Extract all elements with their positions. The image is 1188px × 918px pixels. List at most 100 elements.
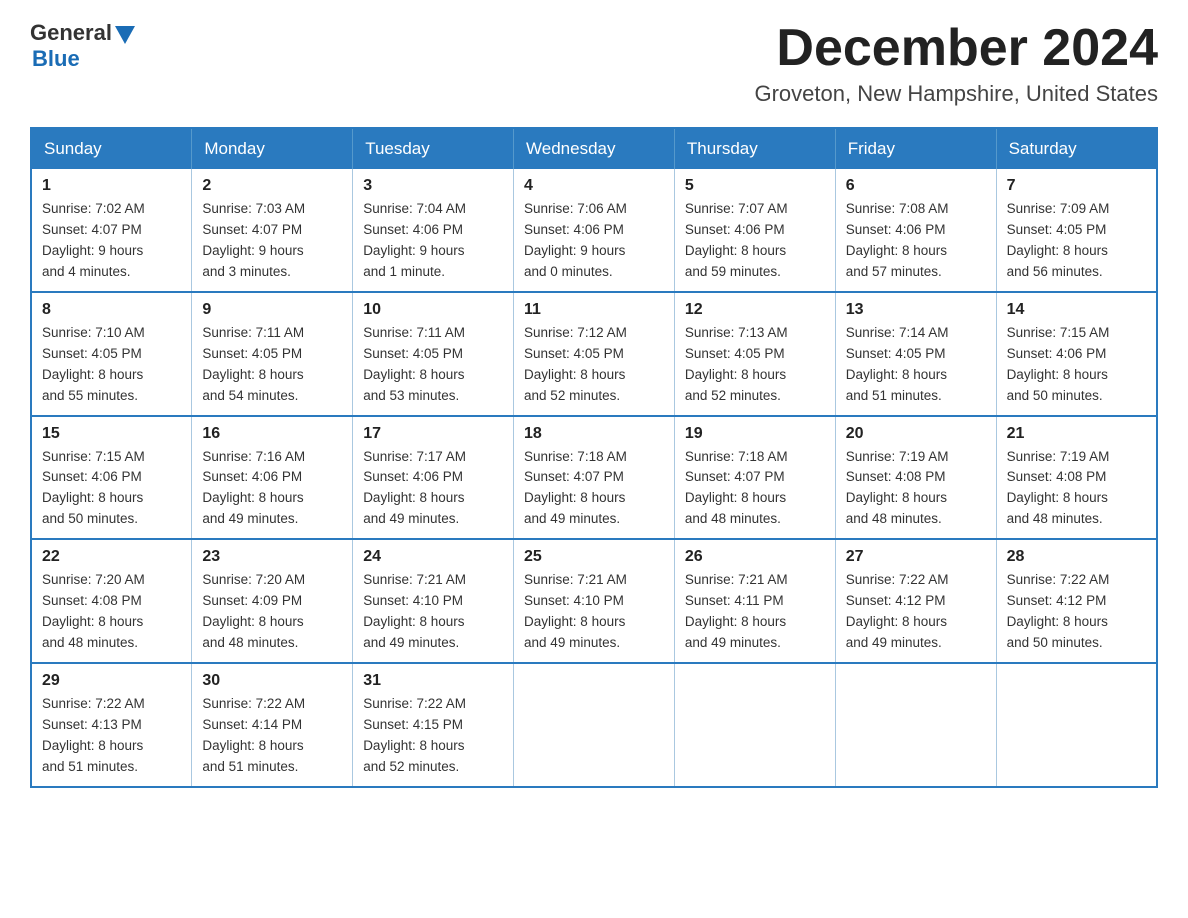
day-info: Sunrise: 7:22 AMSunset: 4:14 PMDaylight:… [202, 694, 342, 778]
day-info: Sunrise: 7:04 AMSunset: 4:06 PMDaylight:… [363, 199, 503, 283]
day-info: Sunrise: 7:14 AMSunset: 4:05 PMDaylight:… [846, 323, 986, 407]
day-info: Sunrise: 7:18 AMSunset: 4:07 PMDaylight:… [524, 447, 664, 531]
day-info: Sunrise: 7:03 AMSunset: 4:07 PMDaylight:… [202, 199, 342, 283]
day-number: 19 [685, 425, 825, 443]
day-number: 20 [846, 425, 986, 443]
calendar-cell: 14 Sunrise: 7:15 AMSunset: 4:06 PMDayligh… [996, 292, 1157, 416]
calendar-cell: 24 Sunrise: 7:21 AMSunset: 4:10 PMDayligh… [353, 539, 514, 663]
calendar-cell: 16 Sunrise: 7:16 AMSunset: 4:06 PMDayligh… [192, 416, 353, 540]
weekday-header-wednesday: Wednesday [514, 128, 675, 169]
calendar-cell: 26 Sunrise: 7:21 AMSunset: 4:11 PMDayligh… [674, 539, 835, 663]
day-number: 9 [202, 301, 342, 319]
calendar-week-row: 22 Sunrise: 7:20 AMSunset: 4:08 PMDayligh… [31, 539, 1157, 663]
day-number: 2 [202, 177, 342, 195]
day-info: Sunrise: 7:21 AMSunset: 4:10 PMDaylight:… [363, 570, 503, 654]
calendar-cell: 4Sunrise: 7:06 AMSunset: 4:06 PMDaylight… [514, 169, 675, 292]
day-info: Sunrise: 7:02 AMSunset: 4:07 PMDaylight:… [42, 199, 181, 283]
day-info: Sunrise: 7:22 AMSunset: 4:12 PMDaylight:… [846, 570, 986, 654]
month-title: December 2024 [754, 20, 1158, 77]
day-info: Sunrise: 7:20 AMSunset: 4:09 PMDaylight:… [202, 570, 342, 654]
weekday-header-saturday: Saturday [996, 128, 1157, 169]
day-info: Sunrise: 7:18 AMSunset: 4:07 PMDaylight:… [685, 447, 825, 531]
day-number: 10 [363, 301, 503, 319]
logo-general-text: General [30, 20, 112, 46]
calendar-cell: 12 Sunrise: 7:13 AMSunset: 4:05 PMDayligh… [674, 292, 835, 416]
calendar-cell: 10Sunrise: 7:11 AMSunset: 4:05 PMDayligh… [353, 292, 514, 416]
calendar-cell: 31 Sunrise: 7:22 AMSunset: 4:15 PMDayligh… [353, 663, 514, 787]
day-number: 25 [524, 548, 664, 566]
calendar-week-row: 1Sunrise: 7:02 AMSunset: 4:07 PMDaylight… [31, 169, 1157, 292]
weekday-header-monday: Monday [192, 128, 353, 169]
day-number: 7 [1007, 177, 1146, 195]
weekday-header-thursday: Thursday [674, 128, 835, 169]
day-info: Sunrise: 7:22 AMSunset: 4:12 PMDaylight:… [1007, 570, 1146, 654]
calendar-cell: 7 Sunrise: 7:09 AMSunset: 4:05 PMDaylight… [996, 169, 1157, 292]
day-number: 18 [524, 425, 664, 443]
calendar-cell: 5 Sunrise: 7:07 AMSunset: 4:06 PMDaylight… [674, 169, 835, 292]
calendar-cell: 29 Sunrise: 7:22 AMSunset: 4:13 PMDayligh… [31, 663, 192, 787]
day-number: 5 [685, 177, 825, 195]
day-info: Sunrise: 7:16 AMSunset: 4:06 PMDaylight:… [202, 447, 342, 531]
day-info: Sunrise: 7:10 AMSunset: 4:05 PMDaylight:… [42, 323, 181, 407]
calendar-cell [835, 663, 996, 787]
day-info: Sunrise: 7:11 AMSunset: 4:05 PMDaylight:… [202, 323, 342, 407]
calendar-cell: 15 Sunrise: 7:15 AMSunset: 4:06 PMDayligh… [31, 416, 192, 540]
day-number: 14 [1007, 301, 1146, 319]
title-area: December 2024 Groveton, New Hampshire, U… [754, 20, 1158, 107]
calendar-cell: 8Sunrise: 7:10 AMSunset: 4:05 PMDaylight… [31, 292, 192, 416]
calendar-cell [514, 663, 675, 787]
day-number: 13 [846, 301, 986, 319]
day-info: Sunrise: 7:22 AMSunset: 4:15 PMDaylight:… [363, 694, 503, 778]
logo-triangle-icon [115, 26, 135, 44]
day-number: 6 [846, 177, 986, 195]
day-number: 11 [524, 301, 664, 319]
day-number: 22 [42, 548, 181, 566]
day-info: Sunrise: 7:20 AMSunset: 4:08 PMDaylight:… [42, 570, 181, 654]
day-number: 12 [685, 301, 825, 319]
calendar-cell: 9 Sunrise: 7:11 AMSunset: 4:05 PMDaylight… [192, 292, 353, 416]
day-info: Sunrise: 7:13 AMSunset: 4:05 PMDaylight:… [685, 323, 825, 407]
day-info: Sunrise: 7:09 AMSunset: 4:05 PMDaylight:… [1007, 199, 1146, 283]
calendar-cell: 2 Sunrise: 7:03 AMSunset: 4:07 PMDaylight… [192, 169, 353, 292]
calendar-cell: 3 Sunrise: 7:04 AMSunset: 4:06 PMDaylight… [353, 169, 514, 292]
calendar-cell [996, 663, 1157, 787]
weekday-header-row: SundayMondayTuesdayWednesdayThursdayFrid… [31, 128, 1157, 169]
calendar-cell: 11 Sunrise: 7:12 AMSunset: 4:05 PMDayligh… [514, 292, 675, 416]
day-info: Sunrise: 7:15 AMSunset: 4:06 PMDaylight:… [42, 447, 181, 531]
calendar-week-row: 15 Sunrise: 7:15 AMSunset: 4:06 PMDayligh… [31, 416, 1157, 540]
calendar-cell: 23 Sunrise: 7:20 AMSunset: 4:09 PMDayligh… [192, 539, 353, 663]
calendar-cell: 27Sunrise: 7:22 AMSunset: 4:12 PMDayligh… [835, 539, 996, 663]
day-number: 23 [202, 548, 342, 566]
day-info: Sunrise: 7:06 AMSunset: 4:06 PMDaylight:… [524, 199, 664, 283]
day-number: 15 [42, 425, 181, 443]
day-info: Sunrise: 7:21 AMSunset: 4:11 PMDaylight:… [685, 570, 825, 654]
calendar-cell: 25 Sunrise: 7:21 AMSunset: 4:10 PMDayligh… [514, 539, 675, 663]
logo: General Blue [30, 20, 138, 72]
weekday-header-tuesday: Tuesday [353, 128, 514, 169]
calendar-cell: 22 Sunrise: 7:20 AMSunset: 4:08 PMDayligh… [31, 539, 192, 663]
day-info: Sunrise: 7:12 AMSunset: 4:05 PMDaylight:… [524, 323, 664, 407]
day-number: 3 [363, 177, 503, 195]
day-number: 28 [1007, 548, 1146, 566]
day-number: 24 [363, 548, 503, 566]
day-info: Sunrise: 7:07 AMSunset: 4:06 PMDaylight:… [685, 199, 825, 283]
page-header: General Blue December 2024 Groveton, New… [30, 20, 1158, 107]
day-info: Sunrise: 7:21 AMSunset: 4:10 PMDaylight:… [524, 570, 664, 654]
day-number: 29 [42, 672, 181, 690]
calendar-cell: 1Sunrise: 7:02 AMSunset: 4:07 PMDaylight… [31, 169, 192, 292]
day-number: 31 [363, 672, 503, 690]
calendar-week-row: 29 Sunrise: 7:22 AMSunset: 4:13 PMDayligh… [31, 663, 1157, 787]
day-number: 16 [202, 425, 342, 443]
day-info: Sunrise: 7:19 AMSunset: 4:08 PMDaylight:… [1007, 447, 1146, 531]
calendar-cell: 18 Sunrise: 7:18 AMSunset: 4:07 PMDayligh… [514, 416, 675, 540]
day-info: Sunrise: 7:15 AMSunset: 4:06 PMDaylight:… [1007, 323, 1146, 407]
calendar-cell [674, 663, 835, 787]
calendar-week-row: 8Sunrise: 7:10 AMSunset: 4:05 PMDaylight… [31, 292, 1157, 416]
day-info: Sunrise: 7:22 AMSunset: 4:13 PMDaylight:… [42, 694, 181, 778]
day-number: 26 [685, 548, 825, 566]
calendar-cell: 17Sunrise: 7:17 AMSunset: 4:06 PMDayligh… [353, 416, 514, 540]
calendar-cell: 6Sunrise: 7:08 AMSunset: 4:06 PMDaylight… [835, 169, 996, 292]
location-title: Groveton, New Hampshire, United States [754, 81, 1158, 107]
day-info: Sunrise: 7:17 AMSunset: 4:06 PMDaylight:… [363, 447, 503, 531]
calendar-cell: 28 Sunrise: 7:22 AMSunset: 4:12 PMDayligh… [996, 539, 1157, 663]
